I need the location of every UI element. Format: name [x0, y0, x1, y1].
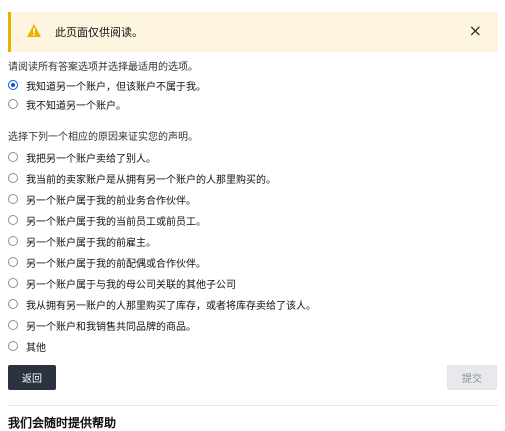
close-icon[interactable]: ×: [469, 22, 482, 40]
read-only-alert: 此页面仅供阅读。 ×: [8, 12, 498, 52]
radio-option-common-brand[interactable]: 另一个账户和我销售共同品牌的商品。: [8, 317, 196, 333]
radio-button[interactable]: [8, 194, 18, 204]
radio-button[interactable]: [8, 299, 18, 309]
radio-button[interactable]: [8, 320, 18, 330]
option-label: 我知道另一个账户，但该账户不属于我。: [26, 81, 206, 93]
submit-button[interactable]: 提交: [447, 365, 497, 390]
radio-button[interactable]: [8, 215, 18, 225]
warning-icon: [27, 24, 41, 37]
radio-button[interactable]: [8, 341, 18, 351]
radio-button[interactable]: [8, 152, 18, 162]
radio-option-former-spouse[interactable]: 另一个账户属于我的前配偶或合作伙伴。: [8, 254, 206, 270]
option-label: 我把另一个账户卖给了别人。: [26, 153, 156, 165]
radio-option-subsidiary[interactable]: 另一个账户属于与我的母公司关联的其他子公司: [8, 275, 236, 291]
reason-prompt: 选择下列一个相应的原因来证实您的声明。: [8, 132, 198, 143]
option-label: 其他: [26, 342, 46, 354]
radio-button[interactable]: [8, 236, 18, 246]
option-label: 另一个账户属于我的前配偶或合作伙伴。: [26, 258, 206, 270]
option-label: 另一个账户属于我的前业务合作伙伴。: [26, 195, 196, 207]
radio-option-former-employer[interactable]: 另一个账户属于我的前雇主。: [8, 233, 156, 249]
option-label: 另一个账户属于我的前雇主。: [26, 237, 156, 249]
back-button[interactable]: 返回: [8, 365, 56, 390]
option-label: 我不知道另一个账户。: [26, 100, 126, 112]
option-label: 另一个账户属于我的当前员工或前员工。: [26, 216, 206, 228]
radio-option-bought-account[interactable]: 我当前的卖家账户是从拥有另一个账户的人那里购买的。: [8, 170, 276, 186]
radio-option-former-partner[interactable]: 另一个账户属于我的前业务合作伙伴。: [8, 191, 196, 207]
alert-message: 此页面仅供阅读。: [55, 26, 143, 39]
radio-button[interactable]: [8, 80, 18, 90]
option-label: 另一个账户和我销售共同品牌的商品。: [26, 321, 196, 333]
option-label: 我从拥有另一账户的人那里购买了库存，或者将库存卖给了该人。: [26, 300, 316, 312]
help-section-title: 我们会随时提供帮助: [8, 416, 117, 430]
radio-button[interactable]: [8, 257, 18, 267]
radio-option-other[interactable]: 其他: [8, 338, 46, 354]
radio-button[interactable]: [8, 278, 18, 288]
question-prompt: 请阅读所有答案选项并选择最适用的选项。: [8, 62, 198, 73]
radio-option-employee[interactable]: 另一个账户属于我的当前员工或前员工。: [8, 212, 206, 228]
radio-option-sold-account[interactable]: 我把另一个账户卖给了别人。: [8, 149, 156, 165]
option-label: 另一个账户属于与我的母公司关联的其他子公司: [26, 279, 236, 291]
radio-option-inventory[interactable]: 我从拥有另一账户的人那里购买了库存，或者将库存卖给了该人。: [8, 296, 316, 312]
radio-button[interactable]: [8, 173, 18, 183]
radio-option-dont-know-account[interactable]: 我不知道另一个账户。: [8, 96, 126, 112]
divider: [8, 405, 498, 406]
option-label: 我当前的卖家账户是从拥有另一个账户的人那里购买的。: [26, 174, 276, 186]
radio-button[interactable]: [8, 99, 18, 109]
radio-option-know-other-account[interactable]: 我知道另一个账户，但该账户不属于我。: [8, 77, 206, 93]
